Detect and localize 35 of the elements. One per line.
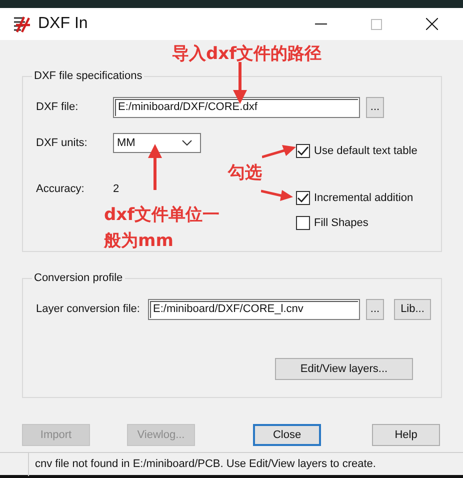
annotation-text: 导入dxf文件的路径 xyxy=(172,43,322,66)
field-label: Accuracy: xyxy=(36,183,86,195)
checkbox-label: Fill Shapes xyxy=(314,217,368,229)
annotation-text: dxf文件单位一 般为mm xyxy=(104,204,220,253)
minimize-icon[interactable] xyxy=(315,23,327,25)
checkbox[interactable] xyxy=(296,144,310,158)
edit-layers-button[interactable]: Edit/View layers... xyxy=(275,358,413,380)
close-icon[interactable] xyxy=(426,18,438,30)
units-dropdown[interactable]: MM xyxy=(113,133,201,153)
checkbox[interactable] xyxy=(296,216,310,230)
checkbox[interactable] xyxy=(296,191,310,205)
file-path-field[interactable]: E:/miniboard/DXF/CORE.dxf xyxy=(113,96,360,118)
field-label: Layer conversion file: xyxy=(36,303,141,315)
accuracy-value: 2 xyxy=(113,183,120,195)
file-path-field[interactable]: E:/miniboard/DXF/CORE_l.cnv xyxy=(148,298,360,320)
chevron-icon xyxy=(182,140,192,146)
annotation-arrow xyxy=(233,62,247,104)
checkbox-label: Use default text table xyxy=(314,145,418,157)
field-label: DXF file: xyxy=(36,101,80,113)
annotation-text: 勾选 xyxy=(228,162,262,185)
browse-button[interactable]: ... xyxy=(366,298,384,320)
app-icon xyxy=(12,15,32,33)
checkbox-label: Incremental addition xyxy=(314,192,414,204)
browse-button[interactable]: ... xyxy=(366,96,384,118)
annotation-arrow xyxy=(148,144,162,190)
dialog-button[interactable]: Help xyxy=(372,424,440,446)
group-title: Conversion profile xyxy=(33,272,124,284)
annotation-arrow xyxy=(262,145,296,158)
group-title: DXF file specifications xyxy=(33,70,144,82)
library-button[interactable]: Lib... xyxy=(394,298,431,320)
status-text: cnv file not found in E:/miniboard/PCB. Use Edit/View layers to create. xyxy=(34,458,376,470)
window-title: DXF In xyxy=(38,15,88,33)
field-label: DXF units: xyxy=(36,137,88,149)
dialog-button[interactable]: Close xyxy=(253,424,321,446)
annotation-arrow xyxy=(261,190,293,201)
